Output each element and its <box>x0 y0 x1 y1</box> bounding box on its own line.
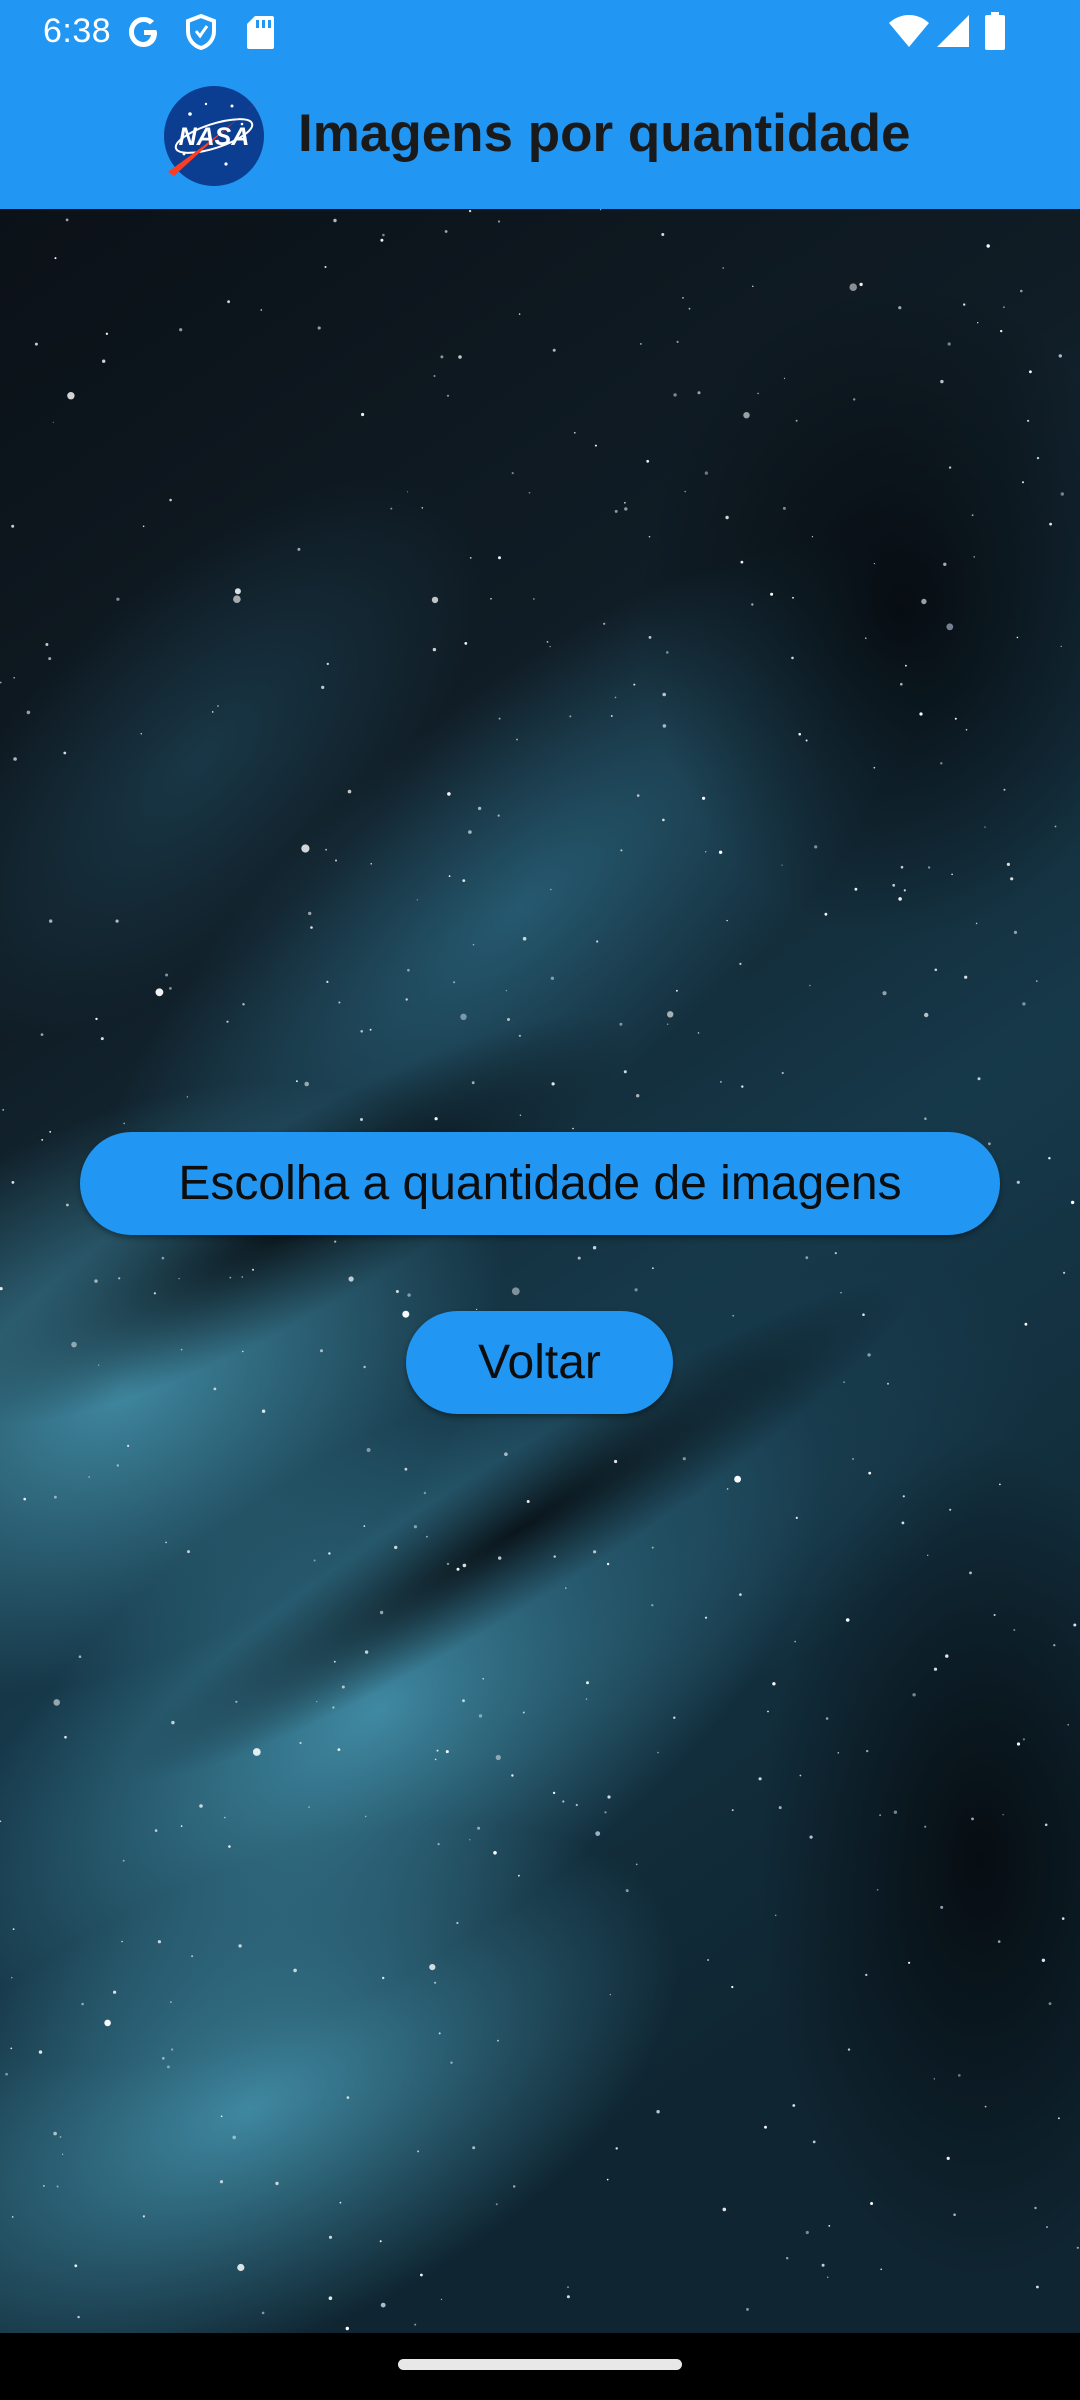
cell-signal-icon <box>936 14 970 53</box>
nasa-logo-text: NASA <box>179 123 250 151</box>
space-background-image <box>0 209 1080 2333</box>
app-bar: NASA Imagens por quantidade <box>0 62 1080 209</box>
home-indicator[interactable] <box>398 2359 682 2370</box>
back-button[interactable]: Voltar <box>406 1311 673 1414</box>
page-title: Imagens por quantidade <box>298 104 911 163</box>
status-time: 6:38 <box>43 12 112 50</box>
sd-card-icon <box>245 14 275 55</box>
nasa-logo: NASA <box>162 84 266 188</box>
choose-image-quantity-button[interactable]: Escolha a quantidade de imagens <box>80 1132 1000 1235</box>
navigation-bar <box>0 2333 1080 2400</box>
screen: 6:38 NASA Imagens por quantidade Escolha… <box>0 0 1080 2400</box>
status-bar: 6:38 <box>0 0 1080 62</box>
shield-icon <box>184 13 218 56</box>
google-g-icon <box>126 14 162 55</box>
header: 6:38 NASA Imagens por quantidade <box>0 0 1080 209</box>
wifi-icon <box>888 14 930 53</box>
battery-icon <box>985 12 1005 55</box>
